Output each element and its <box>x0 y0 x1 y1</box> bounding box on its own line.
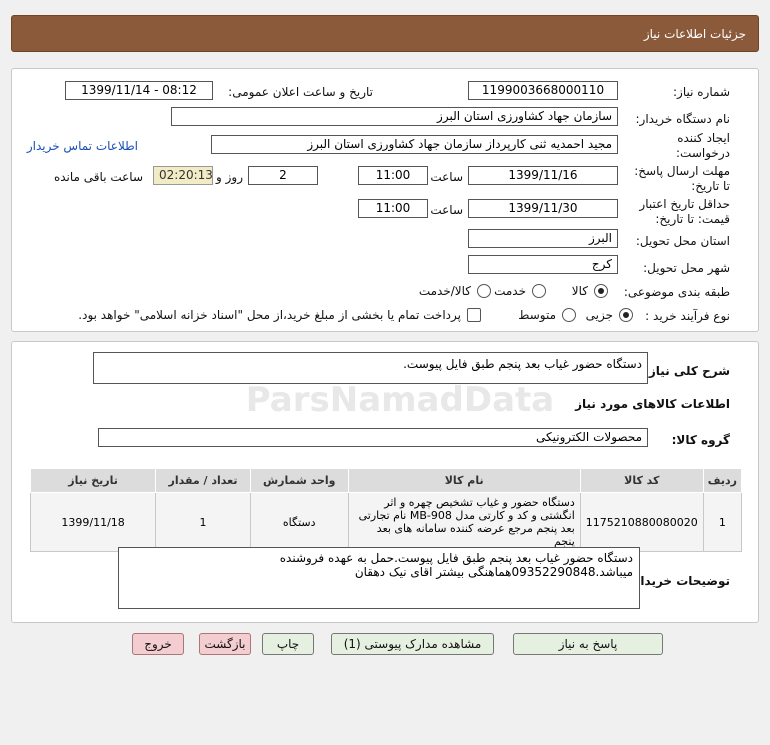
validity-time-field: 11:00 <box>358 199 428 218</box>
reply-button[interactable]: پاسخ به نیاز <box>513 633 663 655</box>
category-goods-radio[interactable] <box>594 284 608 298</box>
col-qty: تعداد / مقدار <box>155 468 251 493</box>
validity-date-field: 1399/11/30 <box>468 199 618 218</box>
goods-table-header: ردیف کد کالا نام کالا واحد شمارش تعداد /… <box>29 468 743 493</box>
remaining-label: ساعت باقی مانده <box>53 170 143 184</box>
buyer-notes-label: توضیحات خریدار: <box>628 574 730 588</box>
cell-code: 1175210880080020 <box>579 492 704 552</box>
process-medium-radio[interactable] <box>562 308 576 322</box>
col-row: ردیف <box>702 468 743 493</box>
province-label: استان محل تحویل: <box>635 234 730 248</box>
process-partial-radio[interactable] <box>619 308 633 322</box>
process-partial-label: جزیی <box>585 308 613 322</box>
view-attachments-button[interactable]: مشاهده مدارک پیوستی (1) <box>331 633 494 655</box>
announce-field: 1399/11/14 - 08:12 <box>65 81 213 100</box>
summary-label: شرح کلی نیاز: <box>644 364 730 378</box>
deadline-label-1: مهلت ارسال پاسخ: <box>634 164 730 178</box>
print-button[interactable]: چاپ <box>262 633 314 655</box>
category-goods-label: کالا <box>571 284 588 298</box>
deadline-date-field: 1399/11/16 <box>468 166 618 185</box>
buyer-org-label: نام دستگاه خریدار: <box>635 112 731 126</box>
col-date: تاریخ نیاز <box>29 468 157 493</box>
creator-label-2: درخواست: <box>676 146 730 160</box>
treasury-payment-note: پرداخت تمام یا بخشی از مبلغ خرید،از محل … <box>78 308 461 322</box>
need-number-field: 1199003668000110 <box>468 81 618 100</box>
city-field: کرج <box>468 255 618 274</box>
creator-label-1: ایجاد کننده <box>677 131 730 145</box>
category-label: طبقه بندی موضوعی: <box>623 285 730 299</box>
goods-group-field: محصولات الکترونیکی <box>98 428 648 447</box>
category-goods-service-label: کالا/خدمت <box>418 284 471 298</box>
deadline-time-field: 11:00 <box>358 166 428 185</box>
back-button[interactable]: بازگشت <box>199 633 251 655</box>
goods-table: ردیف کد کالا نام کالا واحد شمارش تعداد /… <box>29 468 743 552</box>
goods-group-label: گروه کالا: <box>671 433 730 447</box>
goods-info-title: اطلاعات کالاهای مورد نیاز <box>575 397 730 411</box>
table-row: 1 1175210880080020 دستگاه حضور و غیاب تش… <box>29 492 743 552</box>
exit-button[interactable]: خروج <box>132 633 184 655</box>
need-number-label: شماره نیاز: <box>673 85 730 99</box>
deadline-time-label: ساعت <box>430 170 463 184</box>
validity-label-2: قیمت: تا تاریخ: <box>655 212 730 226</box>
col-unit: واحد شمارش <box>249 468 349 493</box>
validity-label-1: حداقل تاریخ اعتبار <box>639 197 730 211</box>
category-service-label: خدمت <box>494 284 526 298</box>
deadline-label-2: تا تاریخ: <box>691 179 730 193</box>
cell-row: 1 <box>702 492 743 552</box>
col-name: نام کالا <box>347 468 581 493</box>
col-code: کد کالا <box>579 468 704 493</box>
buyer-org-field: سازمان جهاد کشاورزی استان البرز <box>171 107 618 126</box>
remaining-timer: 02:20:13 <box>153 166 213 185</box>
need-details-panel: شرح کلی نیاز: دستگاه حضور غیاب بعد پنجم … <box>11 341 759 623</box>
buyer-notes-field: دستگاه حضور غیاب بعد پنجم طبق فایل پیوست… <box>118 547 640 609</box>
buyer-contact-link[interactable]: اطلاعات تماس خریدار <box>27 139 138 153</box>
page-title: جزئیات اطلاعات نیاز <box>643 27 746 41</box>
process-medium-label: متوسط <box>518 308 556 322</box>
process-label: نوع فرآیند خرید : <box>645 309 730 323</box>
cell-qty: 1 <box>155 492 251 552</box>
province-field: البرز <box>468 229 618 248</box>
summary-field: دستگاه حضور غیاب بعد پنجم طبق فایل پیوست… <box>93 352 648 384</box>
cell-name: دستگاه حضور و غیاب تشخیص چهره و اثر انگش… <box>347 492 581 552</box>
category-service-radio[interactable] <box>532 284 546 298</box>
announce-label: تاریخ و ساعت اعلان عمومی: <box>228 85 373 99</box>
cell-unit: دستگاه <box>249 492 349 552</box>
days-label: روز و <box>216 170 243 184</box>
category-goods-service-radio[interactable] <box>477 284 491 298</box>
creator-field: مجید احمدیه ثنی کارپرداز سازمان جهاد کشا… <box>211 135 618 154</box>
cell-date: 1399/11/18 <box>29 492 157 552</box>
need-info-panel: شماره نیاز: 1199003668000110 تاریخ و ساع… <box>11 68 759 332</box>
page-header: جزئیات اطلاعات نیاز <box>11 15 759 52</box>
city-label: شهر محل تحویل: <box>643 261 730 275</box>
days-field: 2 <box>248 166 318 185</box>
validity-time-label: ساعت <box>430 203 463 217</box>
treasury-payment-checkbox[interactable] <box>467 308 481 322</box>
